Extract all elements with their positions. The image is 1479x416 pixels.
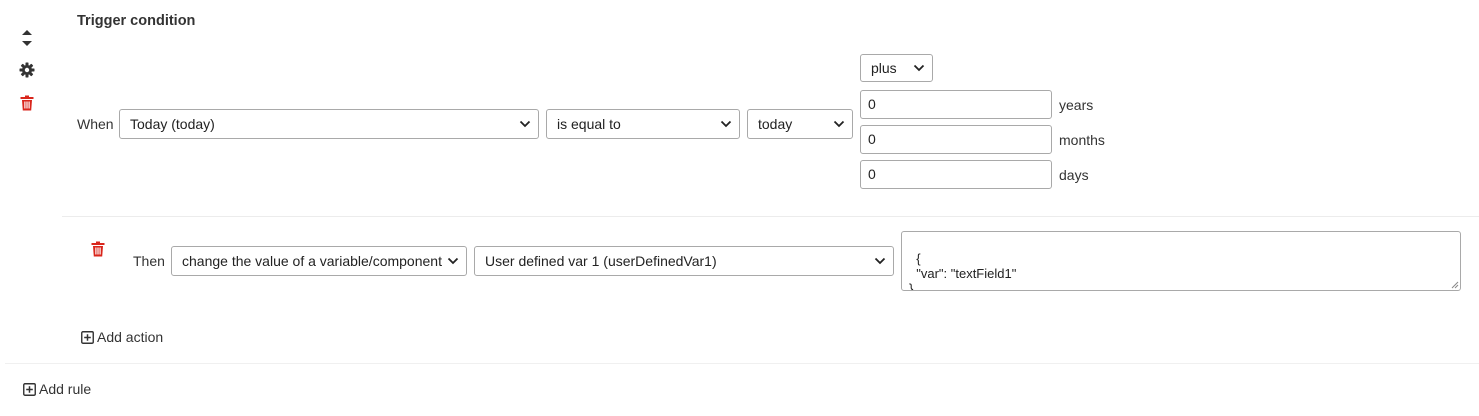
trash-icon[interactable] bbox=[19, 95, 35, 111]
when-label: When bbox=[77, 116, 114, 132]
months-label: months bbox=[1059, 132, 1105, 148]
chevron-down-icon bbox=[833, 120, 845, 128]
add-rule-label: Add rule bbox=[39, 381, 92, 397]
value-select[interactable]: today bbox=[747, 109, 853, 139]
action-target-value: User defined var 1 (userDefinedVar1) bbox=[485, 253, 717, 269]
days-label: days bbox=[1059, 167, 1089, 183]
years-input[interactable]: 0 bbox=[860, 90, 1052, 119]
resize-grip-icon[interactable] bbox=[1449, 279, 1459, 289]
add-action-button[interactable]: Add action bbox=[81, 329, 163, 345]
action-value-text: { "var": "textField1" } bbox=[909, 251, 1017, 291]
chevron-down-icon bbox=[913, 64, 925, 72]
operator-select[interactable]: is equal to bbox=[546, 109, 740, 139]
value-select-value: today bbox=[758, 116, 793, 132]
action-type-select[interactable]: change the value of a variable/component bbox=[171, 246, 467, 276]
chevron-down-icon bbox=[447, 257, 459, 265]
plus-square-icon bbox=[81, 330, 94, 344]
trigger-condition-title: Trigger condition bbox=[77, 13, 196, 29]
operator-value: is equal to bbox=[557, 116, 621, 132]
trash-icon[interactable] bbox=[90, 241, 106, 257]
condition-field-select[interactable]: Today (today) bbox=[119, 109, 539, 139]
add-rule-button[interactable]: Add rule bbox=[23, 381, 91, 397]
offset-direction-select[interactable]: plus bbox=[860, 54, 933, 82]
months-input[interactable]: 0 bbox=[860, 125, 1052, 154]
rule-divider bbox=[5, 363, 1479, 364]
condition-field-value: Today (today) bbox=[130, 116, 215, 132]
plus-square-icon bbox=[23, 382, 36, 396]
action-value-textarea[interactable]: { "var": "textField1" } bbox=[901, 231, 1461, 291]
sort-icon[interactable] bbox=[19, 28, 35, 46]
gear-icon[interactable] bbox=[19, 62, 35, 78]
condition-divider bbox=[62, 216, 1479, 217]
action-type-value: change the value of a variable/component bbox=[182, 253, 442, 269]
days-input[interactable]: 0 bbox=[860, 160, 1052, 189]
chevron-down-icon bbox=[874, 257, 886, 265]
action-target-select[interactable]: User defined var 1 (userDefinedVar1) bbox=[474, 246, 894, 276]
chevron-down-icon bbox=[720, 120, 732, 128]
offset-direction-value: plus bbox=[871, 60, 897, 76]
years-label: years bbox=[1059, 97, 1094, 113]
then-label: Then bbox=[133, 253, 165, 269]
add-action-label: Add action bbox=[97, 329, 164, 345]
chevron-down-icon bbox=[519, 120, 531, 128]
